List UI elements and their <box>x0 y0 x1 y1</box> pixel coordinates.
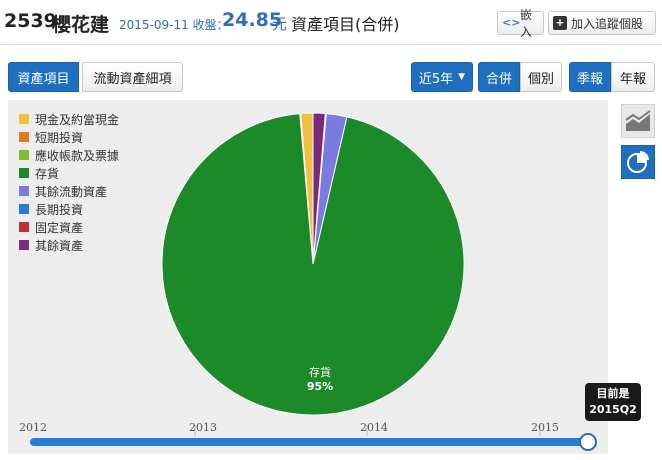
tooltip-line-1: 目前是 <box>596 387 630 400</box>
legend-label: 應收帳款及票據 <box>35 148 120 163</box>
annual-button[interactable]: 年報 <box>611 62 655 92</box>
embed-button[interactable]: <> 嵌入 <box>497 8 544 39</box>
legend-label: 固定資產 <box>35 220 84 235</box>
current-period-tooltip: 目前是 2015Q2 <box>585 383 641 421</box>
timeline-tick-label: 2013 <box>189 421 217 434</box>
follow-stock-button[interactable]: + 加入追蹤個股 <box>548 11 656 35</box>
legend-item[interactable]: 短期投資 <box>19 128 119 146</box>
legend-swatch <box>19 186 29 196</box>
legend-swatch <box>19 204 29 214</box>
range-label: 近5年 <box>418 71 454 87</box>
legend-swatch <box>19 132 29 142</box>
legend-swatch <box>19 222 29 232</box>
legend-label: 存貨 <box>35 166 60 181</box>
legend-swatch <box>19 114 29 124</box>
timeline-tick-label: 2015 <box>531 421 559 434</box>
close-date-label: 2015-09-11 收盤： <box>119 18 229 32</box>
tab-current-asset-details[interactable]: 流動資產細項 <box>82 62 183 92</box>
legend-item[interactable]: 現金及約當現金 <box>19 110 119 128</box>
tab-label: 資產項目 <box>17 71 70 87</box>
legend-swatch <box>19 240 29 250</box>
pie-chart-button[interactable] <box>621 145 655 179</box>
quarterly-button[interactable]: 季報 <box>569 62 611 92</box>
tooltip-line-2: 2015Q2 <box>589 403 637 416</box>
timeline-tick-label: 2012 <box>19 421 47 434</box>
legend-label: 現金及約當現金 <box>35 112 120 127</box>
tab-asset-items[interactable]: 資產項目 <box>8 62 79 92</box>
caret-down-icon: ▼ <box>458 72 466 82</box>
annual-label: 年報 <box>619 71 646 87</box>
legend-label: 短期投資 <box>35 130 84 145</box>
timeline-tick-label: 2014 <box>360 421 388 434</box>
range-dropdown[interactable]: 近5年 ▼ <box>411 62 473 92</box>
consolidated-button[interactable]: 合併 <box>478 62 520 92</box>
follow-label: 加入追蹤個股 <box>571 16 644 31</box>
individual-label: 個別 <box>527 71 554 87</box>
embed-icon: <> <box>502 16 521 29</box>
pie-chart-icon <box>627 151 649 173</box>
legend-label: 長期投資 <box>35 202 84 217</box>
plus-icon: + <box>553 16 567 30</box>
individual-button[interactable]: 個別 <box>520 62 562 92</box>
legend-item[interactable]: 長期投資 <box>19 200 119 218</box>
embed-label: 嵌入 <box>520 8 533 39</box>
stock-name: 櫻花建 <box>52 14 110 36</box>
consolidated-label: 合併 <box>485 71 512 87</box>
chart-legend: 現金及約當現金 短期投資應收帳款及票據 存貨其餘流動資產 長期投資固定資產其餘資產 <box>19 110 119 254</box>
legend-item[interactable]: 其餘流動資產 <box>19 182 119 200</box>
area-chart-button[interactable] <box>621 104 655 138</box>
area-chart-icon <box>625 110 651 131</box>
legend-item[interactable]: 存貨 <box>19 164 119 182</box>
legend-item[interactable]: 固定資產 <box>19 218 119 236</box>
tab-label: 流動資產細項 <box>93 71 172 87</box>
quarterly-label: 季報 <box>576 71 603 87</box>
chart-area: 現金及約當現金 短期投資應收帳款及票據 存貨其餘流動資產 長期投資固定資產其餘資產 <box>8 100 608 454</box>
legend-label: 其餘流動資產 <box>35 184 108 199</box>
legend-label: 其餘資產 <box>35 238 84 253</box>
price-unit: 元 <box>272 15 288 33</box>
page-title: 資產項目(合併) <box>291 15 400 34</box>
page-header: 2539 櫻花建 2015-09-11 收盤： 24.85 元 資產項目(合併)… <box>0 0 662 45</box>
legend-swatch <box>19 168 29 178</box>
legend-swatch <box>19 150 29 160</box>
stock-code: 2539 <box>4 10 57 32</box>
legend-item[interactable]: 其餘資產 <box>19 236 119 254</box>
legend-item[interactable]: 應收帳款及票據 <box>19 146 119 164</box>
